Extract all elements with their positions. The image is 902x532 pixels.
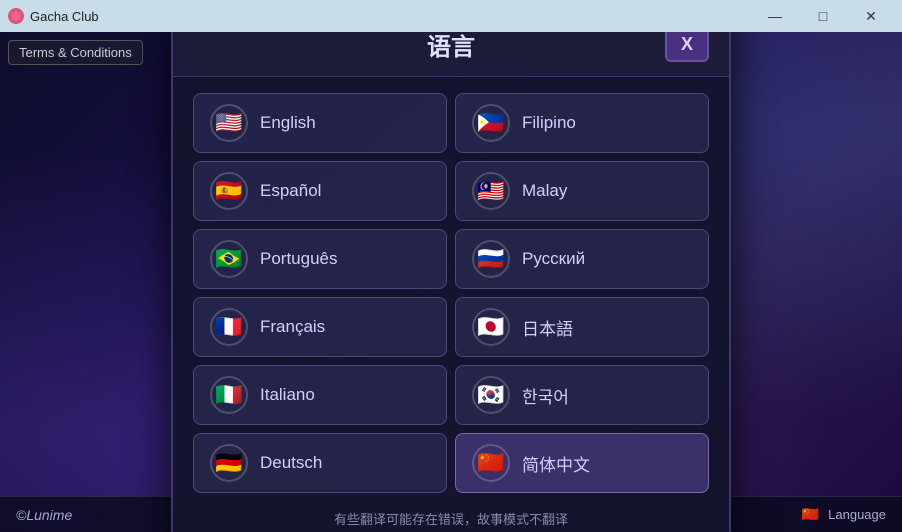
language-option-japanese[interactable]: 🇯🇵 日本語 — [455, 297, 709, 357]
english-flag: 🇺🇸 — [210, 104, 248, 142]
title-bar: Gacha Club — □ ✕ — [0, 0, 902, 32]
language-option-malay[interactable]: 🇲🇾 Malay — [455, 161, 709, 221]
russian-label: Русский — [522, 249, 585, 269]
app-icon — [8, 8, 24, 24]
espanol-label: Español — [260, 181, 321, 201]
language-option-portugues[interactable]: 🇧🇷 Português — [193, 229, 447, 289]
espanol-flag: 🇪🇸 — [210, 172, 248, 210]
language-option-korean[interactable]: 🇰🇷 한국어 — [455, 365, 709, 425]
francais-label: Français — [260, 317, 325, 337]
deutsch-flag: 🇩🇪 — [210, 444, 248, 482]
maximize-button[interactable]: □ — [800, 1, 846, 31]
korean-label: 한국어 — [522, 383, 569, 408]
portugues-label: Português — [260, 249, 338, 269]
dialog-footer: 有些翻译可能存在错误，故事模式不翻译 — [193, 505, 709, 532]
simplified_chinese-flag: 🇨🇳 — [472, 444, 510, 482]
dialog-title: 语言 — [237, 32, 665, 62]
japanese-flag: 🇯🇵 — [472, 308, 510, 346]
language-option-russian[interactable]: 🇷🇺 Русский — [455, 229, 709, 289]
filipino-label: Filipino — [522, 113, 576, 133]
malay-label: Malay — [522, 181, 567, 201]
english-label: English — [260, 113, 316, 133]
title-bar-left: Gacha Club — [8, 8, 99, 24]
language-option-deutsch[interactable]: 🇩🇪 Deutsch — [193, 433, 447, 493]
dialog-header: 语言 X — [173, 32, 729, 77]
dialog-body: 🇺🇸 English 🇵🇭 Filipino 🇪🇸 Español 🇲🇾 Mal… — [173, 77, 729, 532]
dialog-overlay: 语言 X 🇺🇸 English 🇵🇭 Filipino 🇪🇸 Español 🇲… — [0, 32, 902, 532]
language-option-simplified_chinese[interactable]: 🇨🇳 简体中文 — [455, 433, 709, 493]
app-title: Gacha Club — [30, 9, 99, 24]
close-button[interactable]: ✕ — [848, 1, 894, 31]
language-dialog: 语言 X 🇺🇸 English 🇵🇭 Filipino 🇪🇸 Español 🇲… — [171, 32, 731, 532]
deutsch-label: Deutsch — [260, 453, 322, 473]
window-controls: — □ ✕ — [752, 1, 894, 31]
app-background: Terms & Conditions 语言 X 🇺🇸 English 🇵🇭 Fi… — [0, 32, 902, 532]
language-option-francais[interactable]: 🇫🇷 Français — [193, 297, 447, 357]
korean-flag: 🇰🇷 — [472, 376, 510, 414]
japanese-label: 日本語 — [522, 315, 573, 340]
language-option-filipino[interactable]: 🇵🇭 Filipino — [455, 93, 709, 153]
language-option-espanol[interactable]: 🇪🇸 Español — [193, 161, 447, 221]
language-option-italiano[interactable]: 🇮🇹 Italiano — [193, 365, 447, 425]
minimize-button[interactable]: — — [752, 1, 798, 31]
italiano-flag: 🇮🇹 — [210, 376, 248, 414]
russian-flag: 🇷🇺 — [472, 240, 510, 278]
portugues-flag: 🇧🇷 — [210, 240, 248, 278]
language-option-english[interactable]: 🇺🇸 English — [193, 93, 447, 153]
simplified_chinese-label: 简体中文 — [522, 451, 590, 476]
language-grid: 🇺🇸 English 🇵🇭 Filipino 🇪🇸 Español 🇲🇾 Mal… — [193, 93, 709, 493]
francais-flag: 🇫🇷 — [210, 308, 248, 346]
malay-flag: 🇲🇾 — [472, 172, 510, 210]
filipino-flag: 🇵🇭 — [472, 104, 510, 142]
dialog-close-button[interactable]: X — [665, 32, 709, 62]
italiano-label: Italiano — [260, 385, 315, 405]
